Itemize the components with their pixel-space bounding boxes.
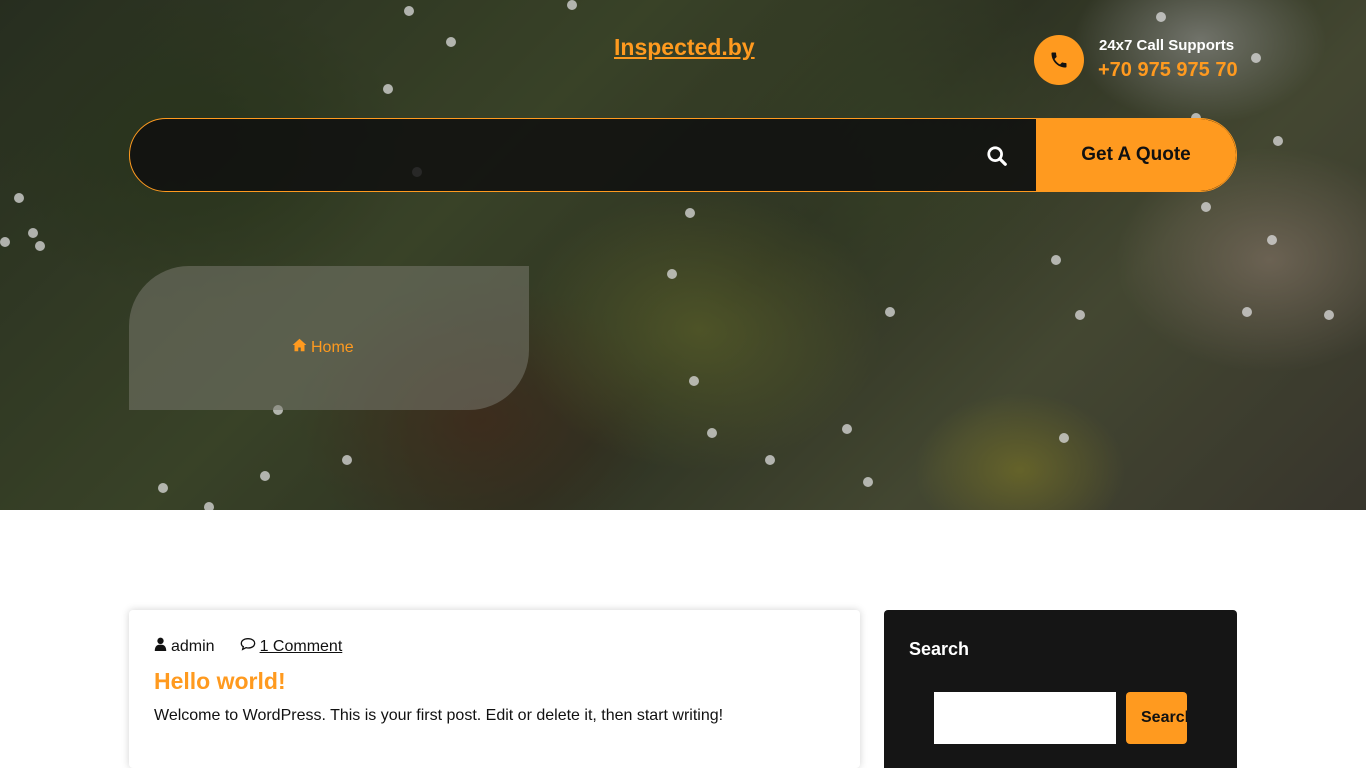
support-phone-number[interactable]: +70 975 975 70 [1098, 59, 1238, 82]
particle-dot [707, 428, 717, 438]
particle-dot [1273, 136, 1283, 146]
comment-icon [240, 637, 256, 656]
particle-dot [1059, 433, 1069, 443]
particle-dot [35, 241, 45, 251]
header-search-bar: Get A Quote [129, 118, 1237, 192]
particle-dot [14, 193, 24, 203]
post-excerpt: Welcome to WordPress. This is your first… [154, 707, 724, 724]
user-icon [154, 637, 167, 656]
particle-dot [1051, 255, 1061, 265]
support-label: 24x7 Call Supports [1099, 37, 1235, 54]
sidebar-search-title: Search [909, 639, 970, 659]
particle-dot [383, 84, 393, 94]
particle-dot [0, 237, 10, 247]
site-title-link[interactable]: Inspected.by [614, 34, 755, 61]
particle-dot [204, 502, 214, 510]
search-icon[interactable] [984, 143, 1010, 169]
post-meta: admin 1 Comment [154, 637, 342, 656]
breadcrumb-home-label: Home [311, 338, 354, 356]
particle-dot [260, 471, 270, 481]
particle-dot [685, 208, 695, 218]
post-comments-count: 1 Comment [259, 637, 343, 655]
hero-banner: Inspected.by 24x7 Call Supports +70 975 … [0, 0, 1366, 510]
breadcrumb-home-link[interactable]: Home [292, 338, 354, 357]
particle-dot [567, 0, 577, 10]
particle-dot [842, 424, 852, 434]
phone-icon[interactable] [1034, 35, 1084, 85]
particle-dot [158, 483, 168, 493]
post-title-link[interactable]: Hello world! [154, 668, 286, 695]
particle-dot [863, 477, 873, 487]
particle-dot [667, 269, 677, 279]
particle-dot [765, 455, 775, 465]
post-comments-link[interactable]: 1 Comment [240, 637, 343, 656]
particle-dot [446, 37, 456, 47]
particle-dot [1075, 310, 1085, 320]
particle-dot [1156, 12, 1166, 22]
post-author-name: admin [171, 637, 215, 655]
particle-dot [1324, 310, 1334, 320]
sidebar-search-widget: Search Search [884, 610, 1237, 768]
particle-dot [1251, 53, 1261, 63]
sidebar-search-button[interactable]: Search [1126, 692, 1187, 744]
particle-dot [885, 307, 895, 317]
particle-dot [28, 228, 38, 238]
get-quote-button[interactable]: Get A Quote [1036, 119, 1236, 191]
home-icon [292, 338, 307, 357]
particle-dot [1267, 235, 1277, 245]
sidebar-search-input[interactable] [934, 692, 1116, 744]
breadcrumb: Home [129, 266, 529, 410]
post-author[interactable]: admin [154, 637, 215, 656]
particle-dot [1201, 202, 1211, 212]
particle-dot [1242, 307, 1252, 317]
particle-dot [404, 6, 414, 16]
header-search-input[interactable] [160, 119, 980, 191]
post-card: admin 1 Comment Hello world! Welcome to … [129, 610, 860, 768]
particle-dot [689, 376, 699, 386]
particle-dot [342, 455, 352, 465]
